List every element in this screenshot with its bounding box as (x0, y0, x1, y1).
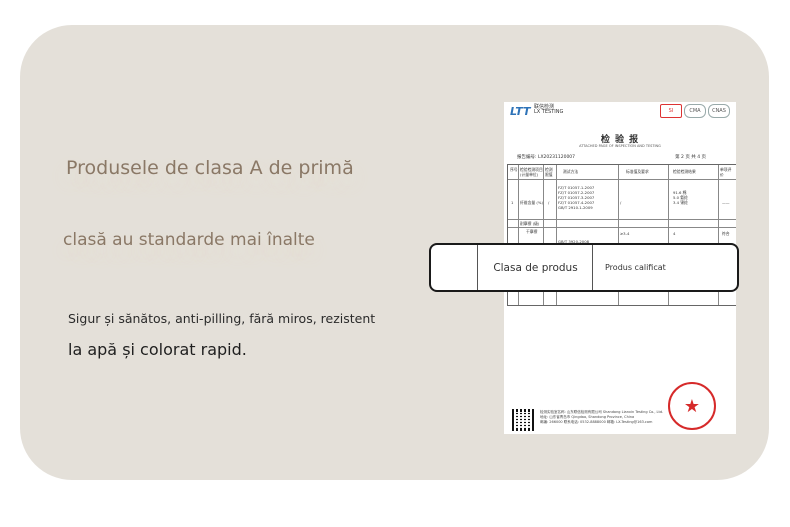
header-evaluation: 单项评价 (720, 167, 732, 177)
official-seal: ★ (668, 382, 716, 430)
row1-standard: / (620, 200, 622, 205)
header-standard: 标准值及要求 (626, 169, 649, 174)
lab-brand: 联信检测 LX TESTING (534, 105, 563, 115)
lab-logo: LTT (510, 105, 531, 118)
row1-method-line: GB/T 2910.1-2009 (558, 205, 593, 210)
report-number: 报告编号: LX20231120007 (517, 155, 576, 160)
header-limit: 检测限值 (545, 167, 553, 177)
certification-badges: SI CMA CNAS (660, 104, 730, 118)
row2-standard: ≥3-4 (620, 231, 630, 236)
report-page: 第 2 页 共 4 页 (675, 155, 706, 160)
report-subtitle: ATTACHED PAGE OF INSPECTION AND TESTING (579, 144, 661, 148)
row1-results: 91.6 棉 5.0 氨纶 3.4 锦纶 (673, 190, 688, 205)
row2-evaluation: 符合 (722, 231, 730, 236)
row2-result: 4 (673, 231, 676, 236)
subtext-line-2: la apă și colorat rapid. (68, 340, 247, 359)
badge-cnas: CNAS (708, 104, 730, 118)
subtext-line-1: Sigur și sănătos, anti-pilling, fără mir… (68, 311, 376, 326)
callout-value: Produs calificat (592, 245, 737, 290)
headline-line-2: clasă au standarde mai înalte (63, 230, 315, 250)
row1-result-line: 3.4 锦纶 (673, 200, 688, 205)
badge-cma: CMA (684, 104, 706, 118)
row1-evaluation: —— (722, 200, 730, 205)
header-item: 检验检测项目 (计量单位) (520, 167, 543, 177)
callout-empty-cell (431, 245, 477, 290)
row2-item: 耐摩擦 (级) (520, 221, 540, 226)
row1-index: 1 (511, 200, 514, 205)
header-method: 测试方法 (563, 169, 579, 174)
product-class-callout: Clasa de produs Produs calificat (429, 243, 739, 292)
row1-limit: / (548, 200, 550, 205)
header-index: 序号 (510, 167, 518, 172)
headline-line-1: Produsele de clasa A de primă (66, 157, 354, 179)
row2-sub: 干摩擦 (526, 229, 538, 234)
header-result: 检验检测结果 (673, 169, 696, 174)
lab-brand-en: LX TESTING (534, 109, 564, 115)
callout-label: Clasa de produs (477, 245, 593, 290)
qr-code (512, 409, 534, 431)
badge-si: SI (660, 104, 682, 118)
row1-methods: FZ/T 01057.1-2007 FZ/T 01057.2-2007 FZ/T… (558, 185, 594, 210)
row1-item: 纤维含量 (%) (520, 200, 543, 205)
